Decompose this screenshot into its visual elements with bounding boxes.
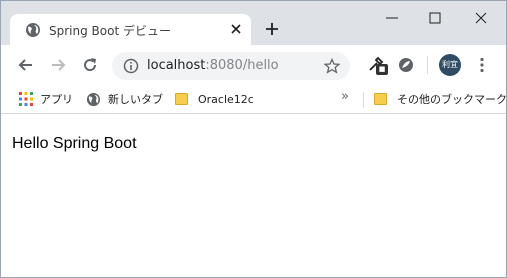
new-tab-plus-icon[interactable] (265, 22, 279, 36)
folder-icon (374, 93, 387, 105)
other-bookmarks[interactable]: その他のブックマーク (374, 90, 507, 108)
browser-window: Spring Boot デビュー localhost:8080/hello ■ … (0, 0, 507, 278)
window-close-icon[interactable] (474, 11, 488, 25)
bookmarks-overflow-chevron-icon[interactable]: » (341, 89, 349, 104)
forward-arrow-icon[interactable] (49, 56, 67, 74)
back-arrow-icon[interactable] (17, 56, 35, 74)
tab-strip: Spring Boot デビュー (1, 1, 506, 45)
tab-close-icon[interactable] (230, 23, 242, 35)
minimize-icon[interactable] (385, 11, 399, 25)
bookmark-apps[interactable]: アプリ (19, 90, 73, 108)
folder-icon (175, 93, 188, 105)
apps-grid-icon (19, 92, 33, 106)
info-icon[interactable] (123, 58, 139, 74)
bookmark-label: Oracle12c (198, 92, 254, 106)
extension-leaf-icon[interactable] (397, 56, 415, 74)
bookmarks-separator (363, 92, 364, 108)
globe-icon (86, 92, 101, 106)
bookmark-new-tab[interactable]: 新しいタブ (86, 90, 163, 108)
address-bar[interactable]: localhost:8080/hello (112, 52, 350, 80)
page-body-text: Hello Spring Boot (12, 135, 137, 152)
bookmark-star-icon[interactable] (324, 58, 340, 74)
url-text[interactable]: localhost:8080/hello (147, 58, 279, 73)
reload-icon[interactable] (81, 56, 99, 74)
extension-badge: ■ (376, 64, 388, 75)
bookmarks-bar: アプリ 新しいタブ Oracle12c その他のブックマーク (1, 85, 506, 114)
bookmark-label: アプリ (40, 93, 73, 106)
bookmark-label: 新しいタブ (108, 93, 163, 106)
profile-avatar[interactable]: 利宜 (439, 54, 461, 76)
active-tab[interactable]: Spring Boot デビュー (10, 14, 251, 45)
tab-title: Spring Boot デビュー (49, 24, 171, 38)
page-content: Hello Spring Boot (1, 115, 506, 277)
toolbar-separator (427, 56, 428, 74)
bookmark-oracle12c[interactable]: Oracle12c (175, 90, 254, 108)
menu-kebab-icon[interactable] (473, 56, 491, 74)
globe-icon (26, 23, 40, 37)
toolbar: localhost:8080/hello ■ 利宜 (1, 45, 506, 85)
maximize-icon[interactable] (428, 11, 442, 25)
other-bookmarks-label: その他のブックマーク (397, 93, 507, 106)
